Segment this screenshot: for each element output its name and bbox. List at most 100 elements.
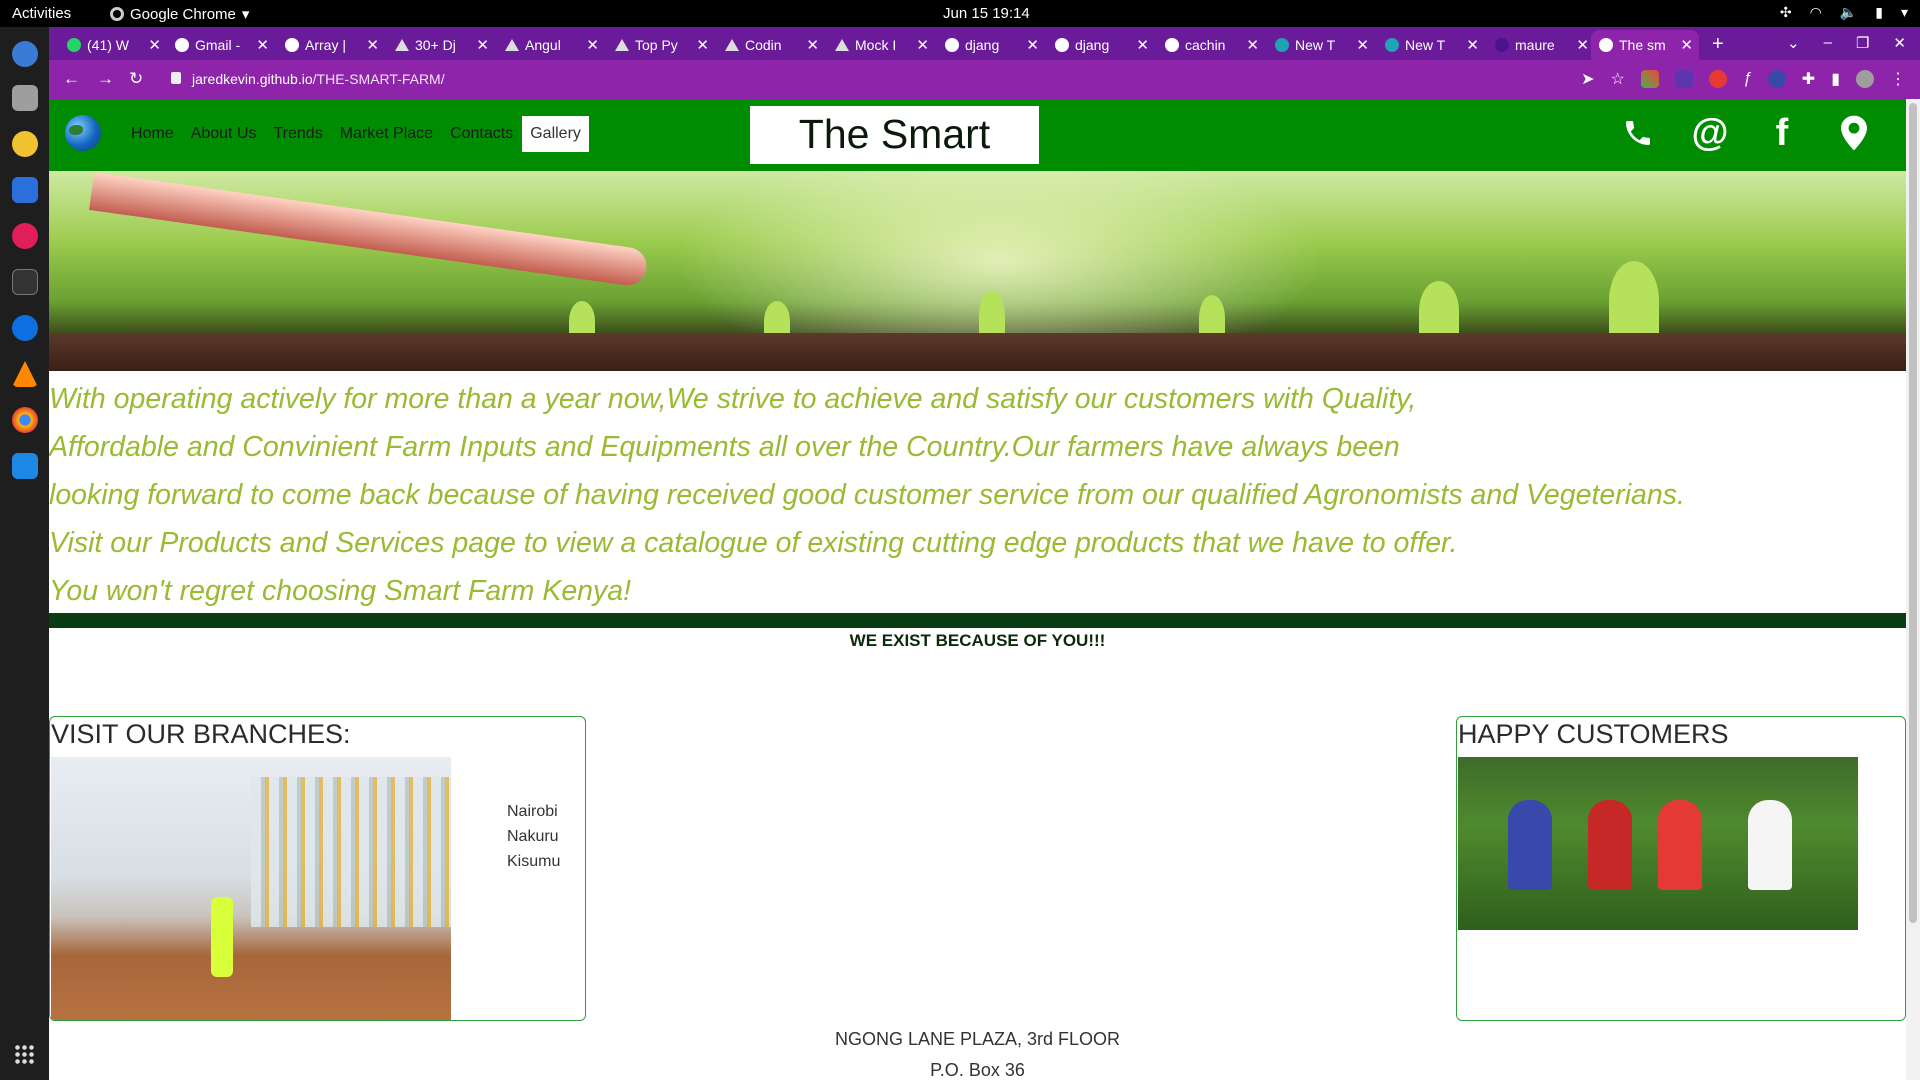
puzzle-icon[interactable]: ✚ <box>1802 69 1815 89</box>
tab[interactable]: Gmail - ✕ <box>167 30 275 60</box>
volume-icon[interactable]: 🔈 <box>1840 4 1857 21</box>
nav-home[interactable]: Home <box>123 116 182 152</box>
close-tab-icon[interactable]: ✕ <box>1680 36 1693 54</box>
tab[interactable]: New T ✕ <box>1377 30 1485 60</box>
branch-item: Kisumu <box>507 853 561 870</box>
slack-dock-icon[interactable] <box>12 223 38 249</box>
close-window-icon[interactable]: ✕ <box>1893 34 1906 52</box>
intro-line: Visit our Products and Services page to … <box>49 527 1458 559</box>
close-tab-icon[interactable]: ✕ <box>476 36 489 54</box>
window-controls: ⌄ – ❐ ✕ <box>1787 34 1906 52</box>
tab[interactable]: djang ✕ <box>1047 30 1155 60</box>
page-scrollbar[interactable] <box>1906 99 1920 1080</box>
address: NGONG LANE PLAZA, 3rd FLOOR P.O. Box 36 <box>49 1024 1906 1080</box>
close-tab-icon[interactable]: ✕ <box>806 36 819 54</box>
nav-market-place[interactable]: Market Place <box>332 116 441 152</box>
bookmark-star-icon[interactable]: ☆ <box>1611 69 1625 89</box>
close-tab-icon[interactable]: ✕ <box>696 36 709 54</box>
reload-icon[interactable]: ↻ <box>129 69 143 89</box>
tab-active[interactable]: The sm ✕ <box>1591 30 1699 60</box>
tab[interactable]: New T ✕ <box>1267 30 1375 60</box>
restore-icon[interactable]: ❐ <box>1856 34 1869 52</box>
close-tab-icon[interactable]: ✕ <box>256 36 269 54</box>
tab[interactable]: Top Py ✕ <box>607 30 715 60</box>
slack-icon[interactable]: ✣ <box>1780 4 1792 21</box>
google-icon <box>1165 38 1179 52</box>
tab[interactable]: (41) W ✕ <box>59 30 167 60</box>
chrome-dock-icon[interactable] <box>12 407 38 433</box>
battery-icon[interactable]: ▮ <box>1875 4 1883 21</box>
tab[interactable]: Angul ✕ <box>497 30 605 60</box>
extension-icon[interactable] <box>1640 70 1659 88</box>
forward-icon[interactable]: → <box>97 69 114 89</box>
nav-trends[interactable]: Trends <box>266 116 331 152</box>
phone-icon[interactable] <box>1621 113 1655 153</box>
tab[interactable]: Mock I ✕ <box>827 30 935 60</box>
tab[interactable]: djang ✕ <box>937 30 1045 60</box>
nav-about-us[interactable]: About Us <box>183 116 265 152</box>
scrollbar-thumb[interactable] <box>1909 103 1917 923</box>
m-icon <box>1275 38 1289 52</box>
close-tab-icon[interactable]: ✕ <box>1576 36 1589 54</box>
site-header: Home About Us Trends Market Place Contac… <box>49 99 1906 214</box>
hero-banner-image <box>49 171 1906 371</box>
power-menu-icon[interactable]: ▾ <box>1901 4 1908 21</box>
at-icon[interactable]: @ <box>1691 112 1728 154</box>
teamviewer-icon[interactable] <box>12 315 38 341</box>
branches-card: VISIT OUR BRANCHES: Nairobi Nakuru Kisum… <box>49 716 586 1021</box>
intro-line: looking forward to come back because of … <box>49 479 1685 511</box>
facebook-icon[interactable]: f <box>1765 112 1799 154</box>
close-tab-icon[interactable]: ✕ <box>366 36 379 54</box>
browser-toolbar: ← → ↻ jaredkevin.github.io/THE-SMART-FAR… <box>49 60 1920 99</box>
terminal-icon[interactable] <box>12 269 38 295</box>
tab[interactable]: maure ✕ <box>1487 30 1595 60</box>
vlc-icon[interactable] <box>12 361 38 387</box>
formula-icon[interactable]: ƒ <box>1743 70 1752 88</box>
tab-strip: (41) W ✕ Gmail - ✕ Array | ✕ 30+ Dj ✕ Angul ✕… <box>49 27 1920 60</box>
extension-icon[interactable] <box>1674 70 1693 88</box>
pinterest-icon[interactable] <box>1708 70 1727 88</box>
extension-icon[interactable] <box>1767 70 1786 88</box>
minimize-icon[interactable]: – <box>1824 34 1832 52</box>
back-icon[interactable]: ← <box>63 69 80 89</box>
branch-item: Nakuru <box>507 828 559 845</box>
clock[interactable]: Jun 15 19:14 <box>943 5 1030 22</box>
document-editor-icon[interactable] <box>12 177 38 203</box>
close-tab-icon[interactable]: ✕ <box>1356 36 1369 54</box>
activities-button[interactable]: Activities <box>12 5 71 22</box>
system-tray[interactable]: ✣ ◠ 🔈 ▮ ▾ <box>1780 4 1908 21</box>
close-tab-icon[interactable]: ✕ <box>916 36 929 54</box>
new-tab-icon[interactable]: + <box>1712 33 1724 56</box>
send-icon[interactable]: ➤ <box>1581 69 1594 89</box>
tab[interactable]: 30+ Dj ✕ <box>387 30 495 60</box>
address-bar[interactable]: jaredkevin.github.io/THE-SMART-FARM/ <box>192 71 445 87</box>
mountain-icon <box>615 39 629 51</box>
vscode-icon[interactable] <box>12 453 38 479</box>
tab[interactable]: cachin ✕ <box>1157 30 1265 60</box>
wifi-icon[interactable]: ◠ <box>1810 4 1822 21</box>
close-tab-icon[interactable]: ✕ <box>1136 36 1149 54</box>
nextcloud-icon[interactable] <box>12 41 38 67</box>
close-tab-icon[interactable]: ✕ <box>148 36 161 54</box>
avatar[interactable] <box>1856 70 1874 88</box>
nav-contacts[interactable]: Contacts <box>442 116 521 152</box>
location-pin-icon[interactable] <box>1837 113 1871 153</box>
tab[interactable]: Codin ✕ <box>717 30 825 60</box>
files-icon[interactable] <box>12 85 38 111</box>
lock-icon[interactable] <box>171 72 181 84</box>
intro-line: With operating actively for more than a … <box>49 383 1417 415</box>
close-tab-icon[interactable]: ✕ <box>1466 36 1479 54</box>
close-tab-icon[interactable]: ✕ <box>586 36 599 54</box>
tab-search-icon[interactable]: ⌄ <box>1787 34 1800 52</box>
close-tab-icon[interactable]: ✕ <box>1246 36 1259 54</box>
site-nav: Home About Us Trends Market Place Contac… <box>123 116 590 152</box>
show-apps-icon[interactable] <box>14 1044 36 1066</box>
close-tab-icon[interactable]: ✕ <box>1026 36 1039 54</box>
tab[interactable]: Array | ✕ <box>277 30 385 60</box>
nav-gallery[interactable]: Gallery <box>522 116 589 152</box>
app-menu[interactable]: Google Chrome ▾ <box>110 5 249 23</box>
kebab-menu-icon[interactable]: ⋮ <box>1890 69 1906 89</box>
rhythmbox-icon[interactable] <box>12 131 38 157</box>
globe-logo-icon[interactable] <box>65 115 101 151</box>
side-panel-icon[interactable]: ▮ <box>1831 69 1840 89</box>
